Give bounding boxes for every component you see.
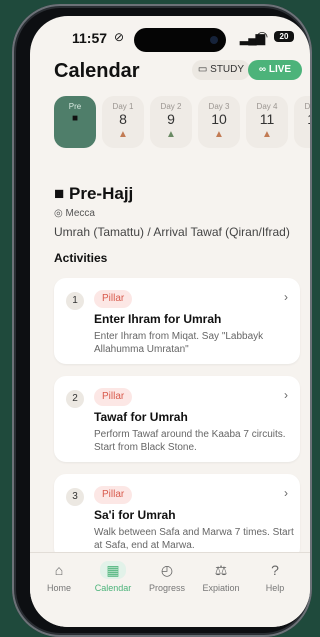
- day-item-3[interactable]: Day 3 10 ▲: [198, 96, 240, 148]
- tab-bar: ⌂ Home ▦ Calendar ◴ Progress ⚖ Expiation…: [30, 552, 310, 627]
- phone-frame: 11:57 ⊘ ▂▄▆ ◠ 20 Calendar ▭ STUDY ∞ LIVE…: [12, 4, 312, 637]
- tab-label: Progress: [148, 583, 185, 593]
- chevron-right-icon: ›: [284, 486, 288, 500]
- day-number: 11: [259, 111, 275, 127]
- day-label: Day 4: [256, 102, 278, 111]
- day-number: 8: [119, 111, 127, 127]
- location-line: ◎ Mecca: [54, 208, 294, 219]
- day-label: Day 1: [112, 102, 134, 111]
- activity-description: Walk between Safa and Marwa 7 times. Sta…: [94, 527, 294, 551]
- pillar-badge: Pillar: [94, 290, 133, 308]
- day-label: Day 2: [160, 102, 182, 111]
- screen: 11:57 ⊘ ▂▄▆ ◠ 20 Calendar ▭ STUDY ∞ LIVE…: [30, 16, 310, 627]
- section-title-text: Pre-Hajj: [69, 184, 134, 203]
- chevron-right-icon: ›: [284, 388, 288, 402]
- activity-title: Tawaf for Umrah: [94, 410, 188, 424]
- tent-icon: ▲: [262, 129, 272, 140]
- pin-icon: ◎: [54, 208, 63, 219]
- chevron-right-icon: ›: [284, 290, 288, 304]
- home-icon: ⌂: [54, 562, 64, 578]
- day-item-4[interactable]: Day 4 11 ▲: [246, 96, 288, 148]
- activity-title: Sa'i for Umrah: [94, 508, 176, 522]
- study-toggle[interactable]: ▭ STUDY: [192, 60, 250, 80]
- activity-card-2[interactable]: 2 Pillar › Tawaf for Umrah Perform Tawaf…: [54, 376, 300, 462]
- tab-label: Calendar: [94, 583, 132, 593]
- kaaba-icon: ■: [54, 184, 65, 203]
- day-label: Day 5: [304, 102, 310, 111]
- tab-label: Home: [46, 583, 71, 593]
- day-item-2[interactable]: Day 2 9 ▲: [150, 96, 192, 148]
- tab-progress[interactable]: ◴ Progress: [142, 561, 192, 593]
- activity-number: 1: [66, 292, 84, 310]
- activity-description: Enter Ihram from Miqat. Say "Labbayk All…: [94, 331, 264, 355]
- mountain-icon: ▲: [166, 129, 176, 140]
- section-description: Umrah (Tamattu) / Arrival Tawaf (Qiran/I…: [54, 225, 290, 239]
- study-label: STUDY: [210, 64, 245, 75]
- live-icon: ∞: [258, 64, 267, 75]
- activity-number: 2: [66, 390, 84, 408]
- pillar-badge: Pillar: [94, 486, 133, 504]
- dynamic-island: [134, 28, 226, 52]
- activity-title: Enter Ihram for Umrah: [94, 312, 222, 326]
- tent-icon: ▲: [294, 129, 310, 140]
- day-number: 10: [211, 111, 227, 127]
- activity-number: 3: [66, 488, 84, 506]
- day-section: ■ Pre-Hajj ◎ Mecca Umrah (Tamattu) / Arr…: [54, 184, 294, 265]
- activity-card-3[interactable]: 3 Pillar › Sa'i for Umrah Walk between S…: [54, 474, 300, 560]
- activity-card-1[interactable]: 1 Pillar › Enter Ihram for Umrah Enter I…: [54, 278, 300, 364]
- day-label: Day 3: [208, 102, 230, 111]
- status-bar: 11:57 ⊘ ▂▄▆ ◠ 20: [30, 16, 310, 56]
- location-text: Mecca: [65, 208, 95, 219]
- tent-icon: ▲: [214, 129, 224, 140]
- wifi-icon: ◠: [256, 28, 269, 44]
- camera-dot: [210, 36, 218, 44]
- day-item-5[interactable]: Day 5 12 ▲: [294, 96, 310, 148]
- bell-mute-icon: ⊘: [114, 30, 125, 44]
- scale-icon: ⚖: [214, 562, 228, 578]
- tab-calendar[interactable]: ▦ Calendar: [88, 561, 138, 593]
- status-time: 11:57: [72, 30, 108, 46]
- pillar-badge: Pillar: [94, 388, 133, 406]
- tab-label: Help: [265, 583, 285, 593]
- day-item-pre[interactable]: Pre ■: [54, 96, 96, 148]
- kaaba-icon: ■: [71, 113, 79, 124]
- tab-expiation[interactable]: ⚖ Expiation: [196, 561, 246, 593]
- battery-icon: 20: [274, 31, 294, 42]
- live-label: LIVE: [268, 64, 292, 75]
- section-title: ■ Pre-Hajj: [54, 184, 294, 204]
- day-label: Pre: [68, 102, 82, 111]
- activities-heading: Activities: [54, 251, 108, 265]
- tent-icon: ▲: [118, 129, 128, 140]
- calendar-icon: ▦: [100, 561, 126, 579]
- tab-home[interactable]: ⌂ Home: [34, 561, 84, 593]
- help-icon: ?: [271, 562, 279, 578]
- activity-description: Perform Tawaf around the Kaaba 7 circuit…: [94, 429, 286, 453]
- day-number: 12: [294, 111, 310, 127]
- live-toggle[interactable]: ∞ LIVE: [248, 60, 302, 80]
- day-selector: Pre ■ Day 1 8 ▲ Day 2 9 ▲ Day 3 10 ▲ Day…: [54, 96, 310, 156]
- day-item-1[interactable]: Day 1 8 ▲: [102, 96, 144, 148]
- tab-help[interactable]: ? Help: [250, 561, 300, 593]
- header: Calendar ▭ STUDY ∞ LIVE: [30, 60, 310, 96]
- tab-label: Expiation: [202, 583, 240, 593]
- page-title: Calendar: [54, 60, 140, 82]
- progress-icon: ◴: [160, 562, 174, 578]
- day-number: 9: [167, 111, 175, 127]
- book-icon: ▭: [197, 64, 208, 75]
